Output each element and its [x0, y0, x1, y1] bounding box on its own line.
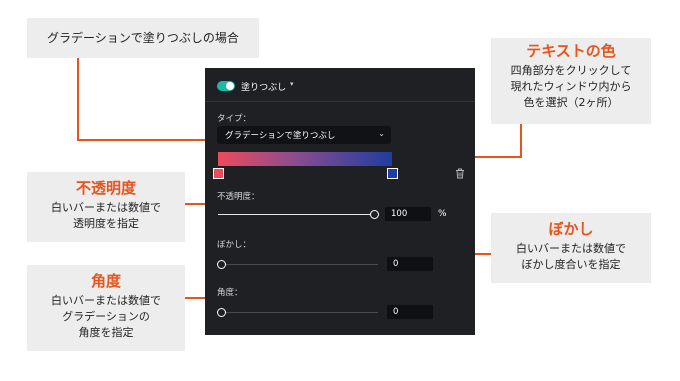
blur-value: 0 [393, 259, 399, 269]
callout-opacity-title: 不透明度 [75, 179, 136, 197]
panel-header: 塗りつぶし ▾ [205, 68, 475, 102]
callout-blur: ぼかし 白いバーまたは数値で ぼかし度合いを指定 [491, 213, 651, 283]
opacity-label: 不透明度： [217, 192, 260, 202]
callout-text-color-title: テキストの色 [526, 42, 616, 60]
callout-text-color-line: 四角部分をクリックして [510, 64, 632, 77]
callout-angle: 角度 白いバーまたは数値で グラデーションの 角度を指定 [27, 265, 185, 351]
blur-slider-track[interactable] [218, 264, 378, 265]
leader-line [77, 139, 211, 141]
callout-angle-line: 白いバーまたは数値で [51, 294, 161, 307]
blur-slider-handle[interactable] [217, 260, 226, 269]
callout-text-color-line: 色を選択（2ヶ所） [523, 96, 619, 109]
fill-label[interactable]: 塗りつぶし [241, 80, 286, 93]
blur-label: ぼかし： [217, 240, 252, 250]
leader-line [520, 124, 522, 158]
callout-blur-line: 白いバーまたは数値で [516, 242, 626, 255]
callout-angle-line: 角度を指定 [78, 326, 134, 339]
callout-gradient-case-text: グラデーションで塗りつぶしの場合 [47, 31, 239, 45]
chevron-down-icon: ⌄ [378, 129, 385, 138]
fill-toggle[interactable] [217, 81, 235, 91]
gradient-end-color-swatch[interactable] [387, 168, 398, 179]
fill-type-value: グラデーションで塗りつぶし [225, 131, 336, 141]
chevron-down-icon[interactable]: ▾ [290, 80, 294, 88]
trash-icon[interactable] [455, 168, 465, 179]
opacity-slider-handle[interactable] [370, 210, 379, 219]
callout-angle-title: 角度 [90, 272, 121, 290]
callout-opacity: 不透明度 白いバーまたは数値で 透明度を指定 [27, 172, 185, 242]
leader-line [77, 58, 79, 141]
angle-slider-handle[interactable] [217, 308, 226, 317]
callout-blur-title: ぼかし [548, 220, 594, 238]
callout-text-color: テキストの色 四角部分をクリックして 現れたウィンドウ内から 色を選択（2ヶ所） [491, 38, 651, 124]
callout-text-color-line: 現れたウィンドウ内から [510, 80, 632, 93]
opacity-value: 100 [391, 209, 408, 219]
fill-type-select[interactable]: グラデーションで塗りつぶし ⌄ [217, 126, 391, 144]
angle-value: 0 [393, 307, 399, 317]
callout-blur-line: ぼかし度合いを指定 [521, 258, 621, 271]
callout-angle-line: グラデーションの [62, 310, 150, 323]
callout-opacity-line: 白いバーまたは数値で [51, 201, 161, 214]
opacity-input[interactable]: 100 [385, 207, 431, 221]
gradient-preview-bar[interactable] [218, 152, 392, 166]
angle-label: 角度： [217, 288, 243, 298]
angle-input[interactable]: 0 [387, 305, 433, 319]
angle-slider-track[interactable] [218, 312, 378, 313]
fill-settings-panel: 塗りつぶし ▾ タイプ： グラデーションで塗りつぶし ⌄ 不透明度： 100 %… [205, 68, 475, 335]
type-label: タイプ： [217, 114, 252, 124]
opacity-unit: % [438, 209, 447, 219]
callout-opacity-line: 透明度を指定 [73, 217, 139, 230]
gradient-start-color-swatch[interactable] [213, 168, 224, 179]
blur-input[interactable]: 0 [387, 257, 433, 271]
callout-gradient-case: グラデーションで塗りつぶしの場合 [27, 18, 259, 58]
opacity-slider-track[interactable] [218, 214, 374, 215]
